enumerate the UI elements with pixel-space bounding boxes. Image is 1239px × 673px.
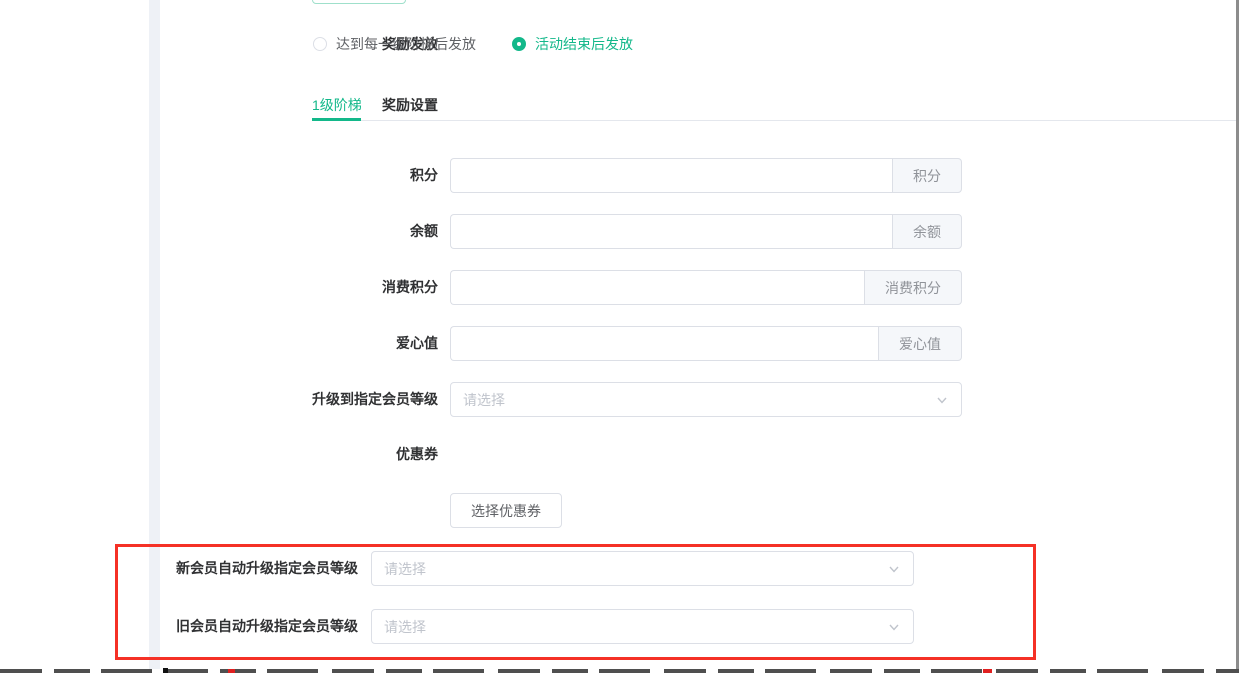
new-member-level-label: 新会员自动升级指定会员等级 bbox=[120, 551, 358, 586]
radio-after-activity[interactable]: 活动结束后发放 bbox=[512, 33, 633, 55]
consume-points-input[interactable] bbox=[450, 270, 864, 305]
cut-off-button[interactable] bbox=[312, 0, 406, 4]
love-value-input[interactable] bbox=[450, 326, 878, 361]
new-member-level-select[interactable]: 请选择 bbox=[371, 551, 914, 586]
old-member-level-select-placeholder: 请选择 bbox=[384, 617, 426, 637]
reward-settings-label: 奖励设置 bbox=[160, 92, 438, 118]
consume-points-input-group: 消费积分 bbox=[450, 270, 962, 305]
old-member-level-label: 旧会员自动升级指定会员等级 bbox=[120, 609, 358, 644]
member-level-select-placeholder: 请选择 bbox=[463, 390, 505, 410]
love-value-input-suffix: 爱心值 bbox=[878, 326, 962, 361]
balance-input-group: 余额 bbox=[450, 214, 962, 249]
points-label: 积分 bbox=[160, 158, 438, 193]
consume-points-input-suffix: 消费积分 bbox=[864, 270, 962, 305]
radio-per-tier[interactable]: 达到每一级阶梯后发放 bbox=[313, 33, 476, 55]
love-value-input-group: 爱心值 bbox=[450, 326, 962, 361]
page: 奖励发放 达到每一级阶梯后发放 活动结束后发放 奖励设置 1级阶梯 积分 积分 … bbox=[0, 0, 1239, 673]
radio-per-tier-label[interactable]: 达到每一级阶梯后发放 bbox=[336, 34, 476, 54]
coupon-label: 优惠券 bbox=[160, 444, 438, 464]
points-input-suffix: 积分 bbox=[892, 158, 962, 193]
chevron-down-icon bbox=[935, 393, 949, 407]
balance-input[interactable] bbox=[450, 214, 892, 249]
chevron-down-icon bbox=[887, 562, 901, 576]
consume-points-label: 消费积分 bbox=[160, 270, 438, 305]
upgrade-level-label: 升级到指定会员等级 bbox=[160, 382, 438, 417]
tab-bar-border bbox=[312, 120, 1236, 121]
select-coupon-button[interactable]: 选择优惠券 bbox=[450, 493, 562, 528]
clipped-text-row bbox=[0, 669, 1239, 673]
love-value-label: 爱心值 bbox=[160, 326, 438, 361]
radio-unchecked-icon[interactable] bbox=[313, 37, 327, 51]
balance-label: 余额 bbox=[160, 214, 438, 249]
points-input-group: 积分 bbox=[450, 158, 962, 193]
radio-checked-icon[interactable] bbox=[512, 37, 526, 51]
member-level-select[interactable]: 请选择 bbox=[450, 382, 962, 417]
tab-active-indicator bbox=[312, 118, 361, 121]
clipped-text-fragment-red bbox=[228, 669, 235, 673]
old-member-level-select[interactable]: 请选择 bbox=[371, 609, 914, 644]
chevron-down-icon bbox=[887, 620, 901, 634]
balance-input-suffix: 余额 bbox=[892, 214, 962, 249]
clipped-text-fragment-red bbox=[983, 669, 992, 673]
points-input[interactable] bbox=[450, 158, 892, 193]
clipped-text-fragment bbox=[163, 668, 168, 673]
tab-level-1[interactable]: 1级阶梯 bbox=[312, 92, 362, 118]
radio-after-activity-label[interactable]: 活动结束后发放 bbox=[535, 34, 633, 54]
new-member-level-select-placeholder: 请选择 bbox=[384, 559, 426, 579]
